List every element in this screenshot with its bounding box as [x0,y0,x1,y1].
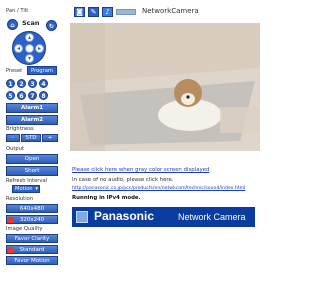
preset-5-button[interactable]: 5 [6,91,15,100]
tilt-up-icon[interactable]: ▴ [25,33,34,42]
audio-icon[interactable]: ♪ [102,7,113,17]
gray-screen-link[interactable]: Please click here when gray color screen… [72,167,209,173]
camera-header: ◙ ✎ ♪ NetworkCamera [70,4,270,18]
quality-favor-clarity-button[interactable]: Favor Clarity [6,234,58,243]
preset-1-button[interactable]: 1 [6,79,15,88]
quality-favor-motion-button[interactable]: Favor Motion [6,256,58,265]
selected-marker-icon [8,217,14,223]
resolution-640-button[interactable]: 640x480 [6,204,58,213]
quality-standard-button[interactable]: Standard [6,245,58,254]
brightness-label: Brightness [6,126,34,132]
pan-right-icon[interactable]: ▸ [35,44,44,53]
alarm1-button[interactable]: Alarm1 [6,103,58,113]
preset-7-button[interactable]: 7 [28,91,37,100]
dropdown-arrow-icon: ▾ [35,186,38,192]
output-short-button[interactable]: Short [6,166,58,176]
program-tab[interactable]: Program [27,66,57,75]
output-label: Output [6,146,25,152]
preset-3-button[interactable]: 3 [28,79,37,88]
brightness-minus-button[interactable]: - [6,134,20,142]
resolution-320-button[interactable]: 320x240 [6,215,58,224]
display-icon [116,9,136,15]
preset-label: Preset [6,68,23,74]
selected-marker-icon [8,247,14,253]
camera-title: NetworkCamera [142,7,199,15]
scan-label: Scan [22,19,40,27]
resolution-320-label: 320x240 [19,217,45,223]
preset-2-button[interactable]: 2 [17,79,26,88]
tools-icon[interactable]: ✎ [88,7,99,17]
refresh-interval-select[interactable]: Motion ▾ [12,185,40,193]
camera-icon[interactable]: ◙ [74,7,85,17]
pan-left-icon[interactable]: ◂ [14,44,23,53]
product-name: Network Camera [178,212,246,222]
ptz-home-icon[interactable] [25,44,34,53]
tilt-down-icon[interactable]: ▾ [25,54,34,63]
resolution-label: Resolution [6,196,34,202]
camera-live-image [70,23,260,151]
preset-4-button[interactable]: 4 [39,79,48,88]
preset-8-button[interactable]: 8 [39,91,48,100]
brightness-standard-button[interactable]: STD [21,134,41,142]
control-panel: Pan / Tilt ⌂ Scan ↻ ▴ ▾ ◂ ▸ Preset Progr… [2,8,60,298]
image-quality-label: Image Quality [6,226,43,232]
sound-url-link[interactable]: http://panasonic.co.jp/pcc/products/en/n… [72,186,245,191]
scan-button[interactable]: ↻ [46,20,57,31]
brand-name: Panasonic [94,209,155,223]
quality-standard-label: Standard [19,247,45,253]
refresh-interval-label: Refresh Interval [6,178,48,184]
home-position-button[interactable]: ⌂ [7,19,18,30]
ipv4-status: Running in IPv4 mode. [72,195,141,201]
brightness-plus-button[interactable]: + [42,134,58,142]
refresh-interval-value: Motion [15,186,33,192]
live-image-graphic [70,23,260,151]
pan-tilt-label: Pan / Tilt [6,8,29,14]
no-audio-text[interactable]: In case of no audio, please click here. [72,177,174,183]
ptz-control: ▴ ▾ ◂ ▸ [12,31,46,65]
output-open-button[interactable]: Open [6,154,58,164]
camera-logo-icon [76,211,88,223]
alarm2-button[interactable]: Alarm2 [6,115,58,125]
preset-6-button[interactable]: 6 [17,91,26,100]
panasonic-banner[interactable]: Panasonic Network Camera [72,207,255,227]
